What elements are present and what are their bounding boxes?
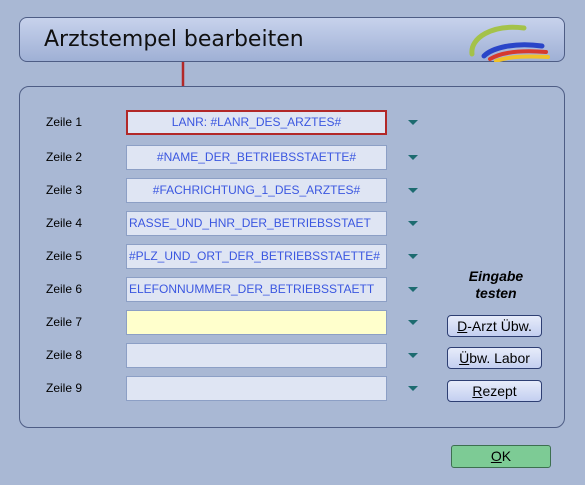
stamp-line-input[interactable]: ELEFONNUMMER_DER_BETRIEBSSTAETT [126, 277, 387, 302]
stamp-line-input[interactable]: #FACHRICHTUNG_1_DES_ARZTES# [126, 178, 387, 203]
labor-label: bw. Labor [469, 350, 530, 366]
row-label: Zeile 9 [46, 381, 83, 395]
title-bar: Arztstempel bearbeiten [19, 17, 565, 62]
row-label: Zeile 3 [46, 183, 83, 197]
dropdown-arrow-icon[interactable] [408, 254, 418, 259]
dropdown-arrow-icon[interactable] [408, 320, 418, 325]
row-label: Zeile 4 [46, 216, 83, 230]
colored-arcs-logo-icon [469, 24, 550, 62]
row-label: Zeile 2 [46, 150, 83, 164]
stamp-line-input[interactable]: LANR: #LANR_DES_ARZTES# [126, 110, 387, 135]
ok-button[interactable]: OK [451, 445, 551, 468]
ok-accel: O [490, 448, 502, 464]
d-arzt-label: -Arzt Übw. [467, 318, 532, 334]
dropdown-arrow-icon[interactable] [408, 155, 418, 160]
rezept-button[interactable]: Rezept [447, 380, 542, 402]
test-input-heading: Eingabe testen [450, 268, 542, 302]
rezept-accel: R [472, 383, 483, 399]
row-label: Zeile 6 [46, 282, 83, 296]
dropdown-arrow-icon[interactable] [408, 353, 418, 358]
dropdown-arrow-icon[interactable] [408, 221, 418, 226]
dropdown-arrow-icon[interactable] [408, 120, 418, 125]
dropdown-arrow-icon[interactable] [408, 287, 418, 292]
ok-label: K [501, 448, 512, 464]
labor-accel: Ü [459, 350, 470, 366]
arztstempel-dialog: { "dialog": { "title": "Arztstempel bear… [0, 0, 585, 485]
rezept-label: ezept [482, 383, 517, 399]
stamp-line-input[interactable]: #NAME_DER_BETRIEBSSTAETTE# [126, 145, 387, 170]
stamp-line-input[interactable] [126, 310, 387, 335]
stamp-line-input[interactable]: #PLZ_UND_ORT_DER_BETRIEBSSTAETTE# [126, 244, 387, 269]
row-label: Zeile 5 [46, 249, 83, 263]
d-arzt-uebw-button[interactable]: D-Arzt Übw. [447, 315, 542, 337]
test-heading-line1: Eingabe [468, 268, 524, 284]
test-heading-line2: testen [475, 285, 517, 301]
dropdown-arrow-icon[interactable] [408, 188, 418, 193]
d-arzt-accel: D [457, 318, 468, 334]
stamp-line-input[interactable] [126, 343, 387, 368]
stamp-line-input[interactable]: RASSE_UND_HNR_DER_BETRIEBSSTAET [126, 211, 387, 236]
row-label: Zeile 7 [46, 315, 83, 329]
row-label: Zeile 1 [46, 115, 83, 129]
dropdown-arrow-icon[interactable] [408, 386, 418, 391]
stamp-line-input[interactable] [126, 376, 387, 401]
row-label: Zeile 8 [46, 348, 83, 362]
dialog-title: Arztstempel bearbeiten [44, 27, 304, 52]
uebw-labor-button[interactable]: Übw. Labor [447, 347, 542, 369]
